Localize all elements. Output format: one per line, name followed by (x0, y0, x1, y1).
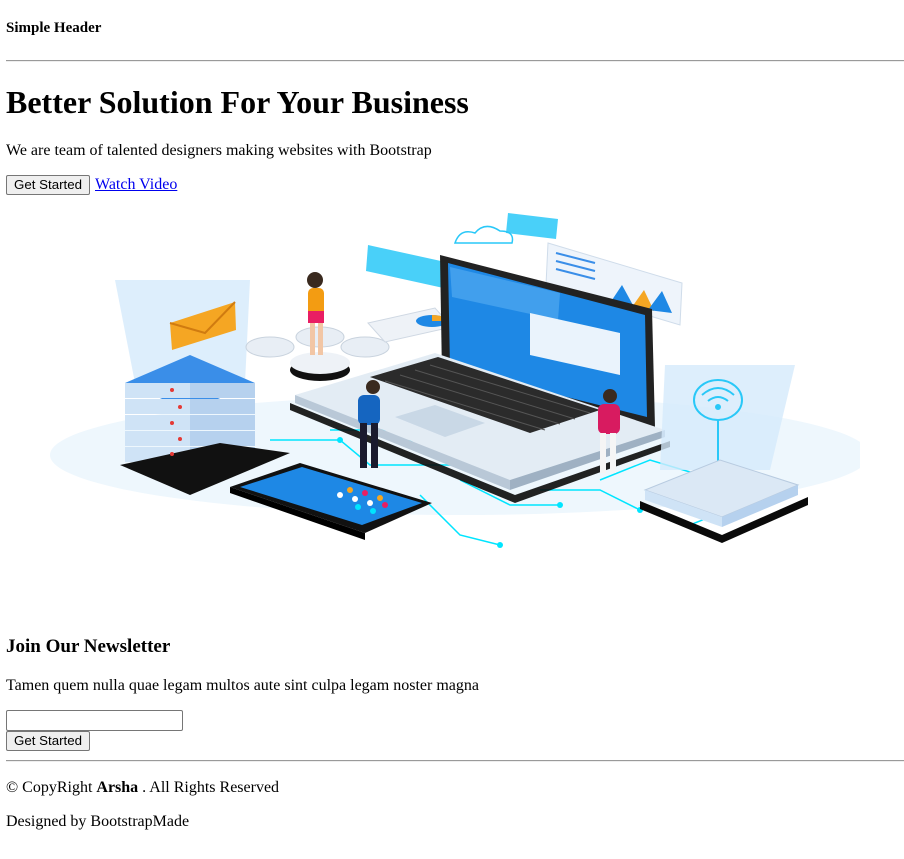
newsletter-submit-button[interactable]: Get Started (6, 731, 90, 751)
newsletter-title: Join Our Newsletter (6, 636, 171, 657)
newsletter-email-input[interactable] (6, 710, 183, 731)
hero-title: Better Solution For Your Business (6, 84, 469, 120)
newsletter-text: Tamen quem nulla quae legam multos aute … (6, 677, 479, 694)
hero-subtitle: We are team of talented designers making… (6, 142, 432, 159)
header-divider (6, 60, 904, 62)
copyright-text: © CopyRight Arsha . All Rights Reserved (6, 779, 279, 797)
person-standing-icon (245, 272, 390, 381)
copyright-suffix: . All Rights Reserved (138, 779, 280, 796)
brand-name: Arsha (96, 779, 139, 796)
copyright-prefix: © CopyRight (6, 779, 97, 796)
credits-text: Designed by BootstrapMade (6, 813, 190, 830)
pie-chart-card (367, 307, 453, 343)
footer-divider (6, 760, 904, 762)
hero-illustration (50, 213, 860, 548)
get-started-button[interactable]: Get Started (6, 175, 90, 195)
watch-video-link[interactable]: Watch Video (95, 176, 177, 194)
header-title: Simple Header (6, 20, 102, 36)
